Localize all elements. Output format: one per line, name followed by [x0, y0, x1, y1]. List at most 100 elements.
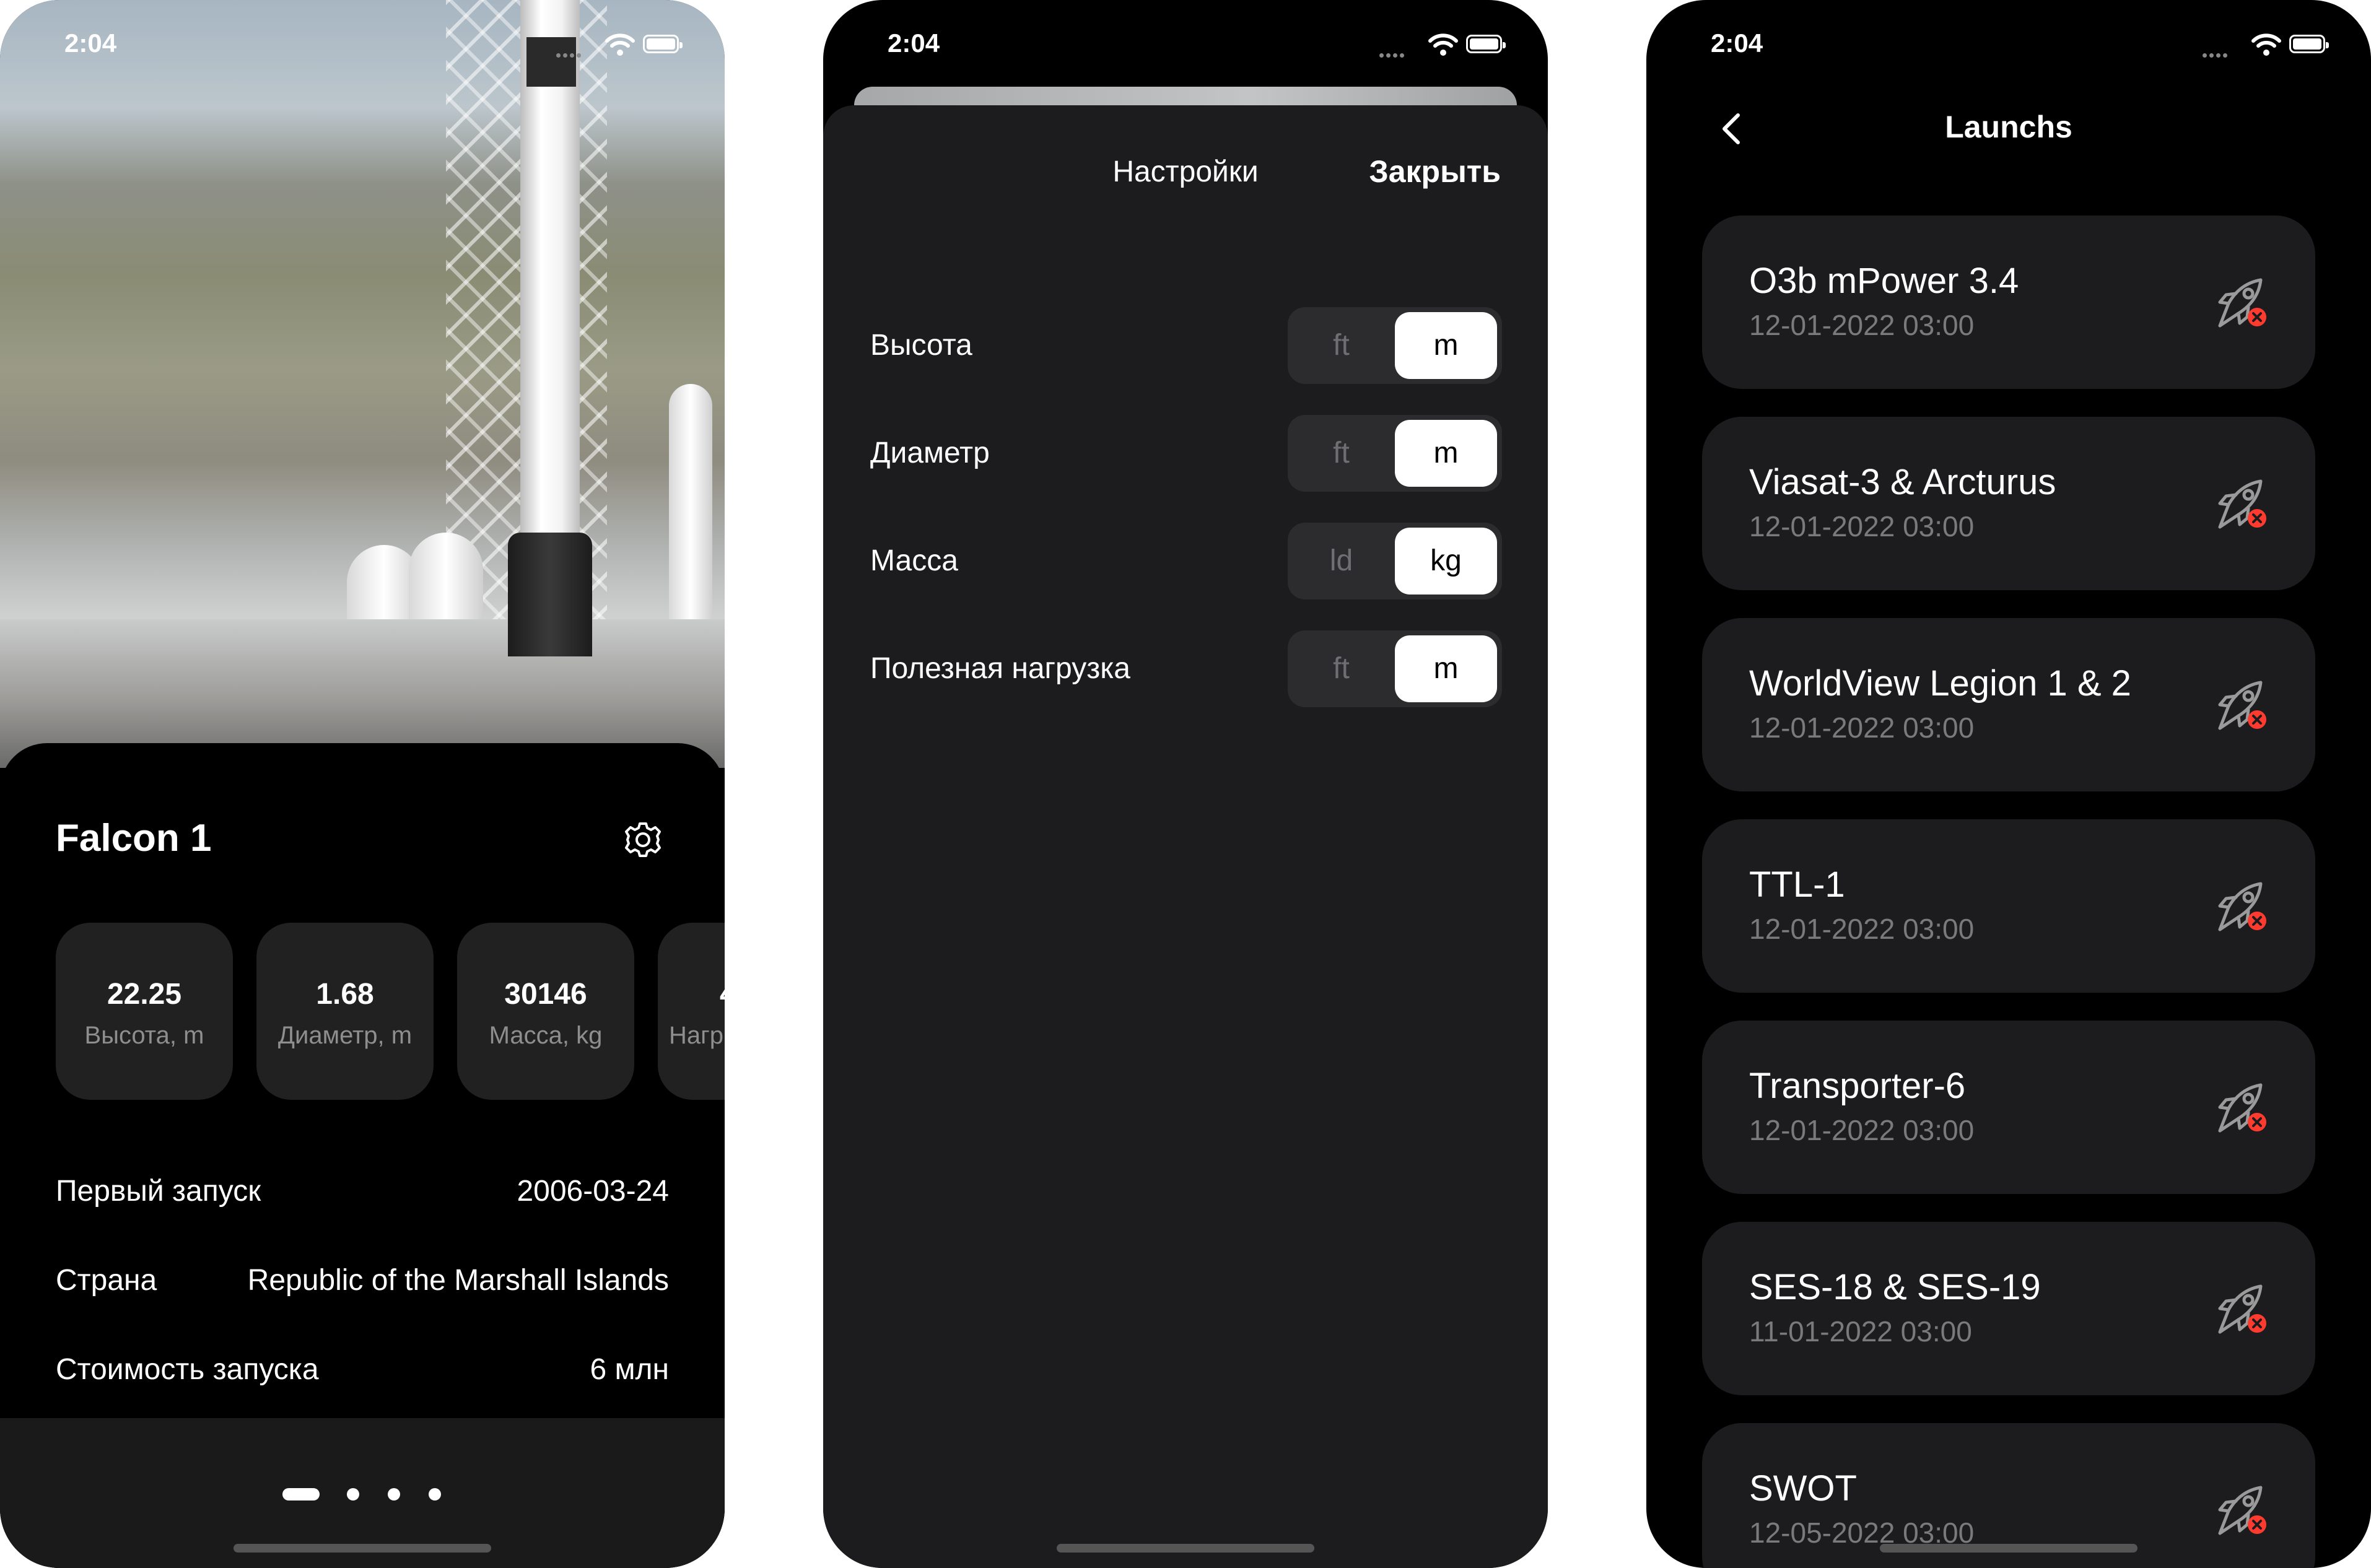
rocket-failed-icon [2218, 278, 2266, 328]
unit-segmented-control[interactable]: ld kg [1288, 523, 1502, 599]
info-value: Republic of the Marshall Islands [247, 1264, 669, 1297]
rocket-failed-icon [2218, 1284, 2266, 1334]
launch-name: Transporter-6 [1749, 1066, 1966, 1106]
rocket-failed-icon [2218, 1486, 2266, 1535]
status-time: 2:04 [888, 28, 940, 58]
launch-card[interactable]: SES-18 & SES-19 11-01-2022 03:00 [1702, 1222, 2315, 1395]
setting-label: Диаметр [870, 437, 990, 469]
info-row-launch-cost: Стоимость запуска 6 млн [56, 1352, 669, 1396]
home-indicator[interactable] [234, 1544, 491, 1553]
page-indicator-active[interactable] [282, 1488, 320, 1500]
setting-label: Полезная нагрузка [870, 652, 1130, 685]
page-indicator-dot[interactable] [429, 1488, 441, 1500]
launch-name: O3b mPower 3.4 [1749, 261, 2019, 301]
stat-card-payload: 4 Нагр [658, 923, 725, 1100]
page-indicator-dot[interactable] [347, 1488, 359, 1500]
launch-card[interactable]: Transporter-6 12-01-2022 03:00 [1702, 1021, 2315, 1194]
info-value: 6 млн [590, 1353, 669, 1386]
unit-option-m-selected[interactable]: m [1395, 312, 1497, 379]
status-time: 2:04 [1711, 28, 1763, 58]
info-label: Стоимость запуска [56, 1353, 319, 1386]
page-indicator-dot[interactable] [388, 1488, 400, 1500]
rocket-landing-legs [508, 533, 592, 656]
info-value: 2006-03-24 [517, 1175, 669, 1208]
launch-card[interactable]: Viasat-3 & Arcturus 12-01-2022 03:00 [1702, 417, 2315, 590]
status-icons [1379, 32, 1506, 58]
stat-value: 22.25 [107, 978, 182, 1011]
rocket-name: Falcon 1 [56, 817, 212, 860]
fuel-tank [669, 384, 712, 644]
unit-option-m-selected[interactable]: m [1395, 635, 1497, 702]
launch-date: 11-01-2022 03:00 [1749, 1315, 1972, 1348]
status-bar: 2:04 [0, 0, 725, 87]
setting-row-mass: Масса ld kg [870, 523, 1502, 599]
rocket-failed-icon [2218, 1083, 2266, 1133]
launch-date: 12-01-2022 03:00 [1749, 712, 1975, 744]
setting-row-payload: Полезная нагрузка ft m [870, 630, 1502, 707]
stat-label: Высота, m [84, 1022, 204, 1049]
signal-icon [1379, 50, 1410, 58]
status-icons [556, 32, 683, 58]
launch-card[interactable]: O3b mPower 3.4 12-01-2022 03:00 [1702, 216, 2315, 389]
rocket-failed-icon [2218, 479, 2266, 529]
launch-card[interactable]: TTL-1 12-01-2022 03:00 [1702, 819, 2315, 993]
stat-value: 1.68 [316, 978, 374, 1011]
wifi-icon [605, 33, 635, 56]
rocket-screen: 2:04 Falcon 1 22.25 Высота, m 1.68 Диаме… [0, 0, 725, 1568]
stat-card-diameter: 1.68 Диаметр, m [256, 923, 434, 1100]
unit-option-m-selected[interactable]: m [1395, 420, 1497, 487]
stat-card-mass: 30146 Масса, kg [457, 923, 634, 1100]
unit-option-kg-selected[interactable]: kg [1395, 528, 1497, 595]
setting-label: Высота [870, 329, 972, 362]
signal-icon [556, 50, 587, 58]
info-row-first-launch: Первый запуск 2006-03-24 [56, 1174, 669, 1217]
stat-label: Диаметр, m [277, 1022, 413, 1049]
rocket-failed-icon [2218, 882, 2266, 931]
unit-option-ft[interactable]: ft [1288, 307, 1395, 384]
status-bar: 2:04 [823, 0, 1548, 87]
settings-screen: 2:04 Настройки Закрыть Высота ft m Диаме… [823, 0, 1548, 1568]
launches-screen: 2:04 Launchs O3b mPower 3.4 12-01-2022 0… [1646, 0, 2371, 1568]
launch-name: Viasat-3 & Arcturus [1749, 462, 2056, 502]
nav-title: Launchs [1945, 110, 2072, 144]
battery-icon [1466, 35, 1506, 53]
launch-card[interactable]: WorldView Legion 1 & 2 12-01-2022 03:00 [1702, 618, 2315, 791]
unit-segmented-control[interactable]: ft m [1288, 307, 1502, 384]
stat-card-height: 22.25 Высота, m [56, 923, 233, 1100]
rocket-failed-icon [2218, 681, 2266, 730]
unit-option-ft[interactable]: ft [1288, 415, 1395, 492]
stat-label: Масса, kg [489, 1022, 603, 1049]
wifi-icon [1428, 33, 1458, 56]
status-icons [2203, 32, 2329, 58]
status-time: 2:04 [64, 28, 117, 58]
stat-value: 30146 [504, 978, 587, 1011]
launch-name: TTL-1 [1749, 865, 1845, 905]
info-label: Страна [56, 1264, 157, 1297]
setting-row-height: Высота ft m [870, 307, 1502, 384]
unit-option-ft[interactable]: ft [1288, 630, 1395, 707]
launch-date: 12-01-2022 03:00 [1749, 913, 1975, 945]
setting-row-diameter: Диаметр ft m [870, 415, 1502, 492]
launch-name: SES-18 & SES-19 [1749, 1267, 2041, 1307]
launch-date: 12-01-2022 03:00 [1749, 1114, 1975, 1146]
stat-label: Нагр [669, 1022, 723, 1049]
launch-date: 12-01-2022 03:00 [1749, 510, 1975, 542]
status-bar: 2:04 [1646, 0, 2371, 87]
launch-name: WorldView Legion 1 & 2 [1749, 663, 2131, 703]
unit-segmented-control[interactable]: ft m [1288, 415, 1502, 492]
home-indicator[interactable] [1057, 1544, 1314, 1553]
setting-label: Масса [870, 544, 958, 577]
launch-name: SWOT [1749, 1468, 1857, 1509]
stat-value: 4 [720, 977, 725, 1011]
signal-icon [2203, 50, 2233, 58]
battery-icon [643, 35, 683, 53]
info-row-country: Страна Republic of the Marshall Islands [56, 1263, 669, 1307]
rocket-hero-image [0, 0, 725, 768]
unit-option-ld[interactable]: ld [1288, 523, 1395, 599]
close-button[interactable]: Закрыть [1369, 154, 1501, 189]
battery-icon [2289, 35, 2329, 53]
unit-segmented-control[interactable]: ft m [1288, 630, 1502, 707]
home-indicator[interactable] [1880, 1544, 2137, 1553]
wifi-icon [2251, 33, 2281, 56]
gear-icon[interactable] [619, 816, 666, 863]
